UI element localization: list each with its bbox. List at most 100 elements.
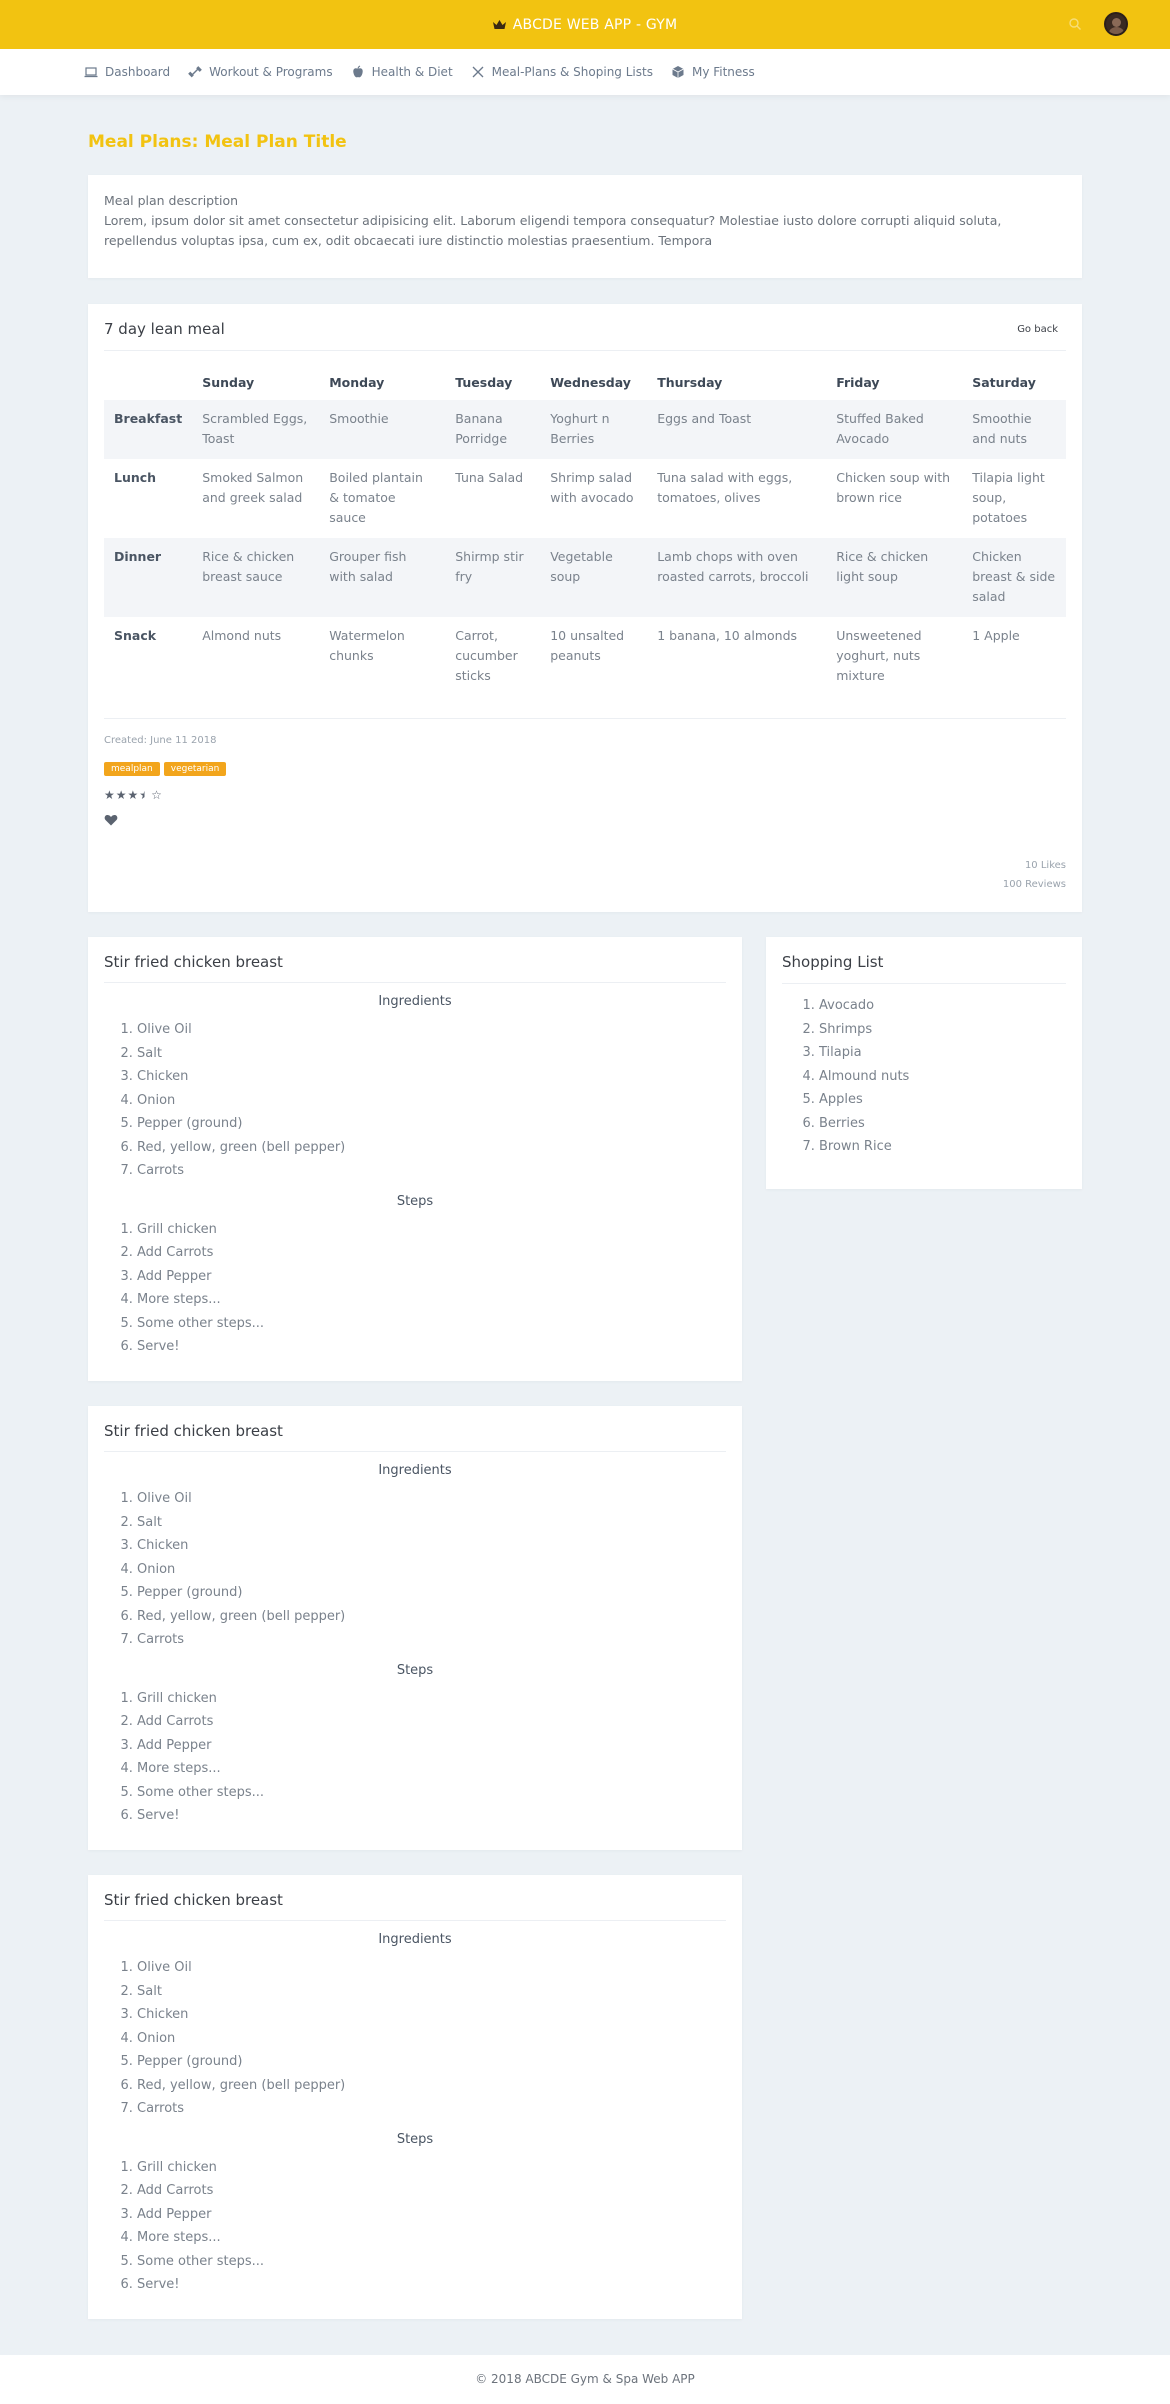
app-title: ABCDE WEB APP - GYM [512, 16, 678, 33]
steps-heading: Steps [396, 2131, 434, 2147]
meal-cell: Chicken soup with brown rice [836, 470, 951, 505]
laptop-icon [84, 67, 98, 78]
meal-cell: Smoothie and nuts [962, 400, 1066, 459]
table-header-day: Sunday [202, 375, 255, 390]
list-item: Berries [819, 1112, 1066, 1136]
meal-cell: Rice & chicken light soup [826, 538, 963, 617]
list-item: Salt [137, 1042, 726, 1066]
list-item: Chicken [137, 1534, 726, 1558]
search-icon[interactable] [1068, 17, 1082, 31]
list-item: Some other steps... [137, 1312, 726, 1336]
meal-cell: Chicken breast & side salad [962, 538, 1066, 617]
table-header-day: Monday [329, 375, 385, 390]
description-heading: Meal plan description [104, 193, 239, 208]
list-item: Brown Rice [819, 1135, 1066, 1159]
recipe-header: Stir fried chicken breast [104, 953, 726, 983]
footer-text: © 2018 ABCDE Gym & Spa Web APP [475, 2372, 695, 2386]
meal-cell: Shirmp stir fry [445, 538, 541, 617]
table-header-empty [104, 363, 192, 400]
meal-cell: Banana Porridge [445, 400, 541, 459]
meal-cell: Tilapia light soup, potatoes [972, 470, 1045, 525]
steps-list: Grill chicken Add Carrots Add Pepper Mor… [104, 1218, 726, 1359]
meal-cell: Tuna salad with eggs, tomatoes, olives [657, 470, 793, 505]
list-item: Add Pepper [137, 1265, 726, 1289]
meal-cell: 10 unsalted peanuts [550, 628, 625, 663]
recipe-header: Stir fried chicken breast [104, 1422, 726, 1452]
meal-cell: Lamb chops with oven roasted carrots, br… [647, 538, 827, 617]
nav-label: Dashboard [105, 65, 171, 79]
list-item: Almound nuts [819, 1065, 1066, 1089]
list-item: Chicken [137, 2003, 726, 2027]
meal-cell: Carrot, cucumber sticks [455, 628, 518, 683]
list-item: Add Carrots [137, 2179, 726, 2203]
list-item: Red, yellow, green (bell pepper) [137, 1605, 726, 1629]
meal-label: Lunch [114, 470, 157, 485]
meal-cell: 1 banana, 10 almonds [657, 628, 798, 643]
main-content: Meal Plans: Meal Plan Title Meal plan de… [0, 125, 1170, 2319]
table-row: Breakfast Scrambled Eggs, Toast Smoothie… [104, 400, 1066, 459]
recipe-title: Stir fried chicken breast [104, 1891, 283, 1909]
table-header-day: Tuesday [455, 375, 513, 390]
nav-item-workout[interactable]: Workout & Programs [188, 65, 333, 79]
meal-cell: Shrimp salad with avocado [550, 470, 634, 505]
meal-cell: Tuna Salad [455, 470, 524, 485]
recipe-card: Stir fried chicken breast Ingredients Ol… [88, 937, 742, 1381]
description-card: Meal plan description Lorem, ipsum dolor… [88, 175, 1082, 278]
meal-cell: Unsweetened yoghurt, nuts mixture [836, 628, 922, 683]
tag-badge[interactable]: vegetarian [163, 762, 227, 776]
list-item: Serve! [137, 1335, 726, 1359]
list-item: Salt [137, 1980, 726, 2004]
list-item: Olive Oil [137, 1018, 726, 1042]
list-item: Apples [819, 1088, 1066, 1112]
meal-plan-card: 7 day lean meal Go back Sunday Monday Tu… [88, 304, 1082, 912]
list-item: Salt [137, 1511, 726, 1535]
recipes-column: Stir fried chicken breast Ingredients Ol… [88, 937, 742, 2319]
heart-icon[interactable] [104, 814, 118, 826]
steps-heading: Steps [396, 1193, 434, 1209]
list-item: Add Pepper [137, 2203, 726, 2227]
nav-item-health[interactable]: Health & Diet [351, 65, 453, 79]
dumbbell-icon [188, 66, 202, 78]
list-item: Onion [137, 1558, 726, 1582]
topbar-actions [1068, 12, 1128, 36]
lower-section: Stir fried chicken breast Ingredients Ol… [88, 937, 1082, 2319]
meal-cell: Smoothie [319, 400, 446, 459]
recipe-header: Stir fried chicken breast [104, 1891, 726, 1921]
meal-cell: Eggs and Toast [647, 400, 827, 459]
list-item: Add Pepper [137, 1734, 726, 1758]
nav-item-dashboard[interactable]: Dashboard [84, 65, 170, 79]
reviews-count: 100 Reviews [1002, 879, 1066, 890]
avatar[interactable] [1104, 12, 1128, 36]
list-item: Carrots [137, 1628, 726, 1652]
ingredients-heading: Ingredients [378, 994, 452, 1009]
tag-badge[interactable]: mealplan [104, 762, 160, 776]
nav-label: Workout & Programs [209, 65, 333, 79]
list-item: Onion [137, 2027, 726, 2051]
nav-item-my-fitness[interactable]: My Fitness [671, 65, 755, 79]
meal-plan-title: 7 day lean meal [104, 320, 225, 338]
meal-cell: Stuffed Baked Avocado [826, 400, 963, 459]
meal-cell: Smoked Salmon and greek salad [202, 470, 304, 505]
list-item: Red, yellow, green (bell pepper) [137, 2074, 726, 2098]
recipe-card: Stir fried chicken breast Ingredients Ol… [88, 1875, 742, 2319]
list-item: Pepper (ground) [137, 1581, 726, 1605]
table-header-day: Saturday [972, 375, 1036, 390]
star-rating[interactable]: ★ ★ ★ ★ ☆ [104, 788, 1066, 802]
likes-count: 10 Likes [1024, 860, 1066, 871]
go-back-link[interactable]: Go back [1017, 324, 1058, 335]
meal-cell: Boiled plantain & tomatoe sauce [329, 470, 423, 525]
meal-cell: Rice & chicken breast sauce [192, 538, 320, 617]
nav-label: My Fitness [691, 65, 755, 79]
description-text: Lorem, ipsum dolor sit amet consectetur … [104, 213, 1002, 248]
app-brand[interactable]: ABCDE WEB APP - GYM [492, 16, 678, 33]
shopping-list-header: Shopping List [782, 953, 1066, 984]
nav-item-meal-plans[interactable]: Meal-Plans & Shoping Lists [471, 65, 653, 79]
list-item: Grill chicken [137, 1687, 726, 1711]
list-item: Olive Oil [137, 1487, 726, 1511]
meal-plan-footer: Created: June 11 2018 mealplan vegetaria… [104, 718, 1066, 830]
top-bar: ABCDE WEB APP - GYM [0, 0, 1170, 49]
list-item: Tilapia [819, 1041, 1066, 1065]
steps-list: Grill chicken Add Carrots Add Pepper Mor… [104, 1687, 726, 1828]
created-date: Created: June 11 2018 [104, 735, 217, 746]
list-item: Onion [137, 1089, 726, 1113]
